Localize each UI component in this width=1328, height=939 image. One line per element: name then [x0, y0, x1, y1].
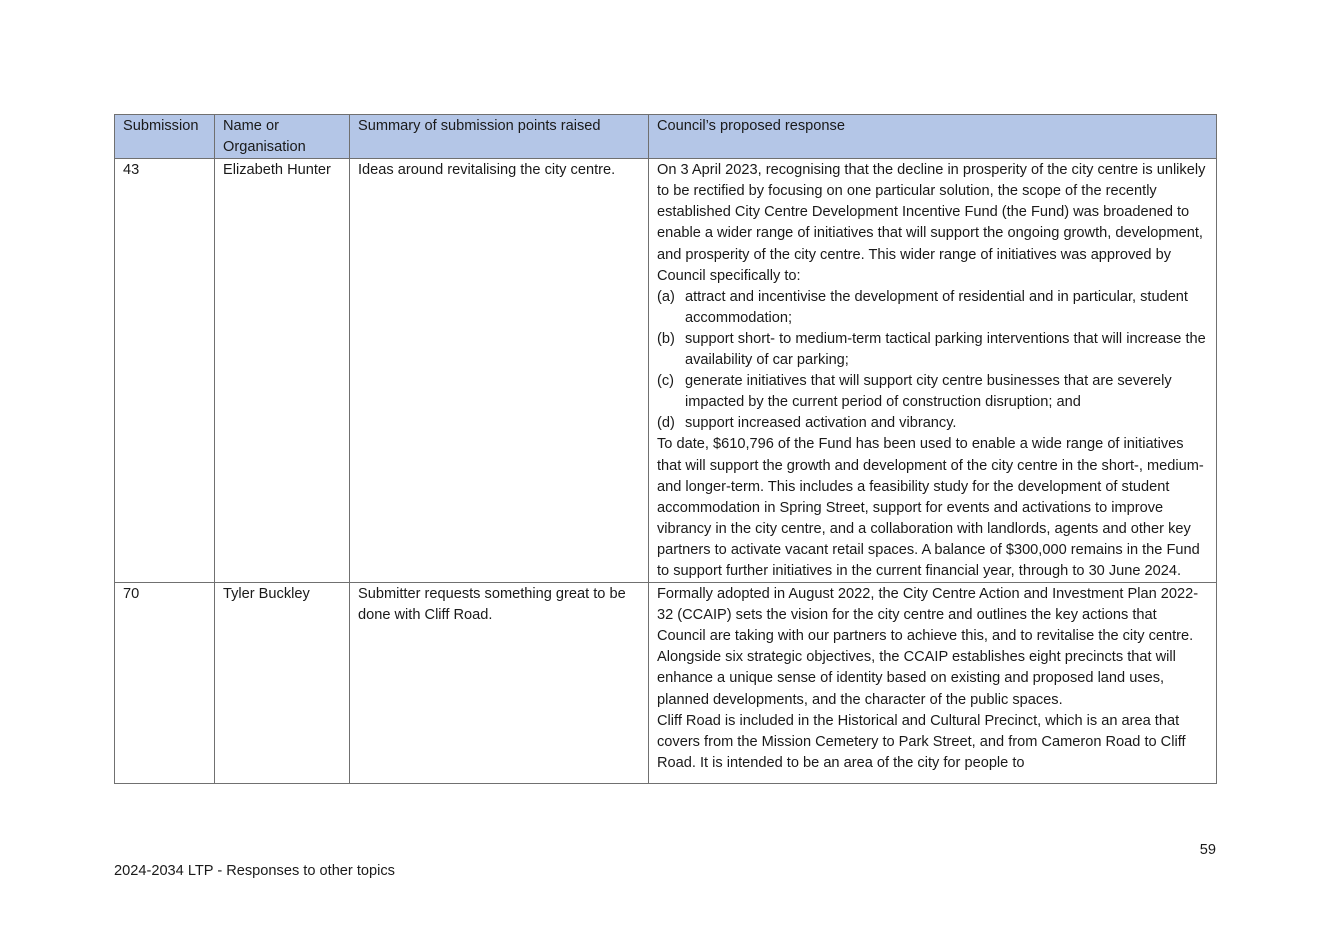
submission-number: 43 [114, 158, 215, 584]
response-outro: To date, $610,796 of the Fund has been u… [657, 436, 1204, 579]
item-text: support increased activation and vibranc… [685, 415, 957, 432]
list-item: (b) support short- to medium-term tactica… [657, 329, 1208, 371]
submission-summary: Ideas around revitalising the city centr… [349, 158, 649, 584]
list-item: (d) support increased activation and vibr… [657, 413, 1208, 434]
header-submission: Submission [114, 113, 215, 160]
item-text: attract and incentivise the development … [685, 288, 1188, 326]
item-label: (c) [657, 373, 675, 390]
item-label: (d) [657, 415, 675, 432]
submissions-table: Submission Name or Organisation Summary … [114, 113, 1217, 785]
council-response: Formally adopted in August 2022, the Cit… [648, 582, 1217, 785]
submitter-name: Tyler Buckley [214, 582, 350, 785]
submission-summary: Submitter requests something great to be… [349, 582, 649, 785]
item-label: (b) [657, 330, 675, 347]
header-name-or-organisation: Name or Organisation [214, 113, 350, 160]
list-item: (a) attract and incentivise the developme… [657, 287, 1208, 329]
list-item: (c) generate initiatives that will suppor… [657, 371, 1208, 413]
table-header-row: Submission Name or Organisation Summary … [114, 113, 1217, 160]
submission-number: 70 [114, 582, 215, 785]
initiatives-list: (a) attract and incentivise the developme… [657, 287, 1208, 435]
table-row: 70 Tyler Buckley Submitter requests some… [114, 582, 1217, 785]
response-intro: On 3 April 2023, recognising that the de… [657, 162, 1206, 284]
item-text: support short- to medium-term tactical p… [685, 330, 1206, 369]
document-page: Submission Name or Organisation Summary … [0, 0, 1328, 939]
response-paragraph: Cliff Road is included in the Historical… [657, 712, 1186, 771]
item-text: generate initiatives that will support c… [685, 373, 1172, 411]
response-paragraph: Formally adopted in August 2022, the Cit… [657, 586, 1199, 708]
header-summary: Summary of submission points raised [349, 113, 649, 160]
item-label: (a) [657, 288, 675, 305]
table-row: 43 Elizabeth Hunter Ideas around revital… [114, 158, 1217, 584]
page-footer: 2024-2034 LTP - Responses to other topic… [114, 863, 395, 879]
council-response: On 3 April 2023, recognising that the de… [648, 158, 1217, 584]
page-number: 59 [1199, 842, 1216, 858]
header-council-response: Council’s proposed response [648, 113, 1217, 160]
submitter-name: Elizabeth Hunter [214, 158, 350, 584]
